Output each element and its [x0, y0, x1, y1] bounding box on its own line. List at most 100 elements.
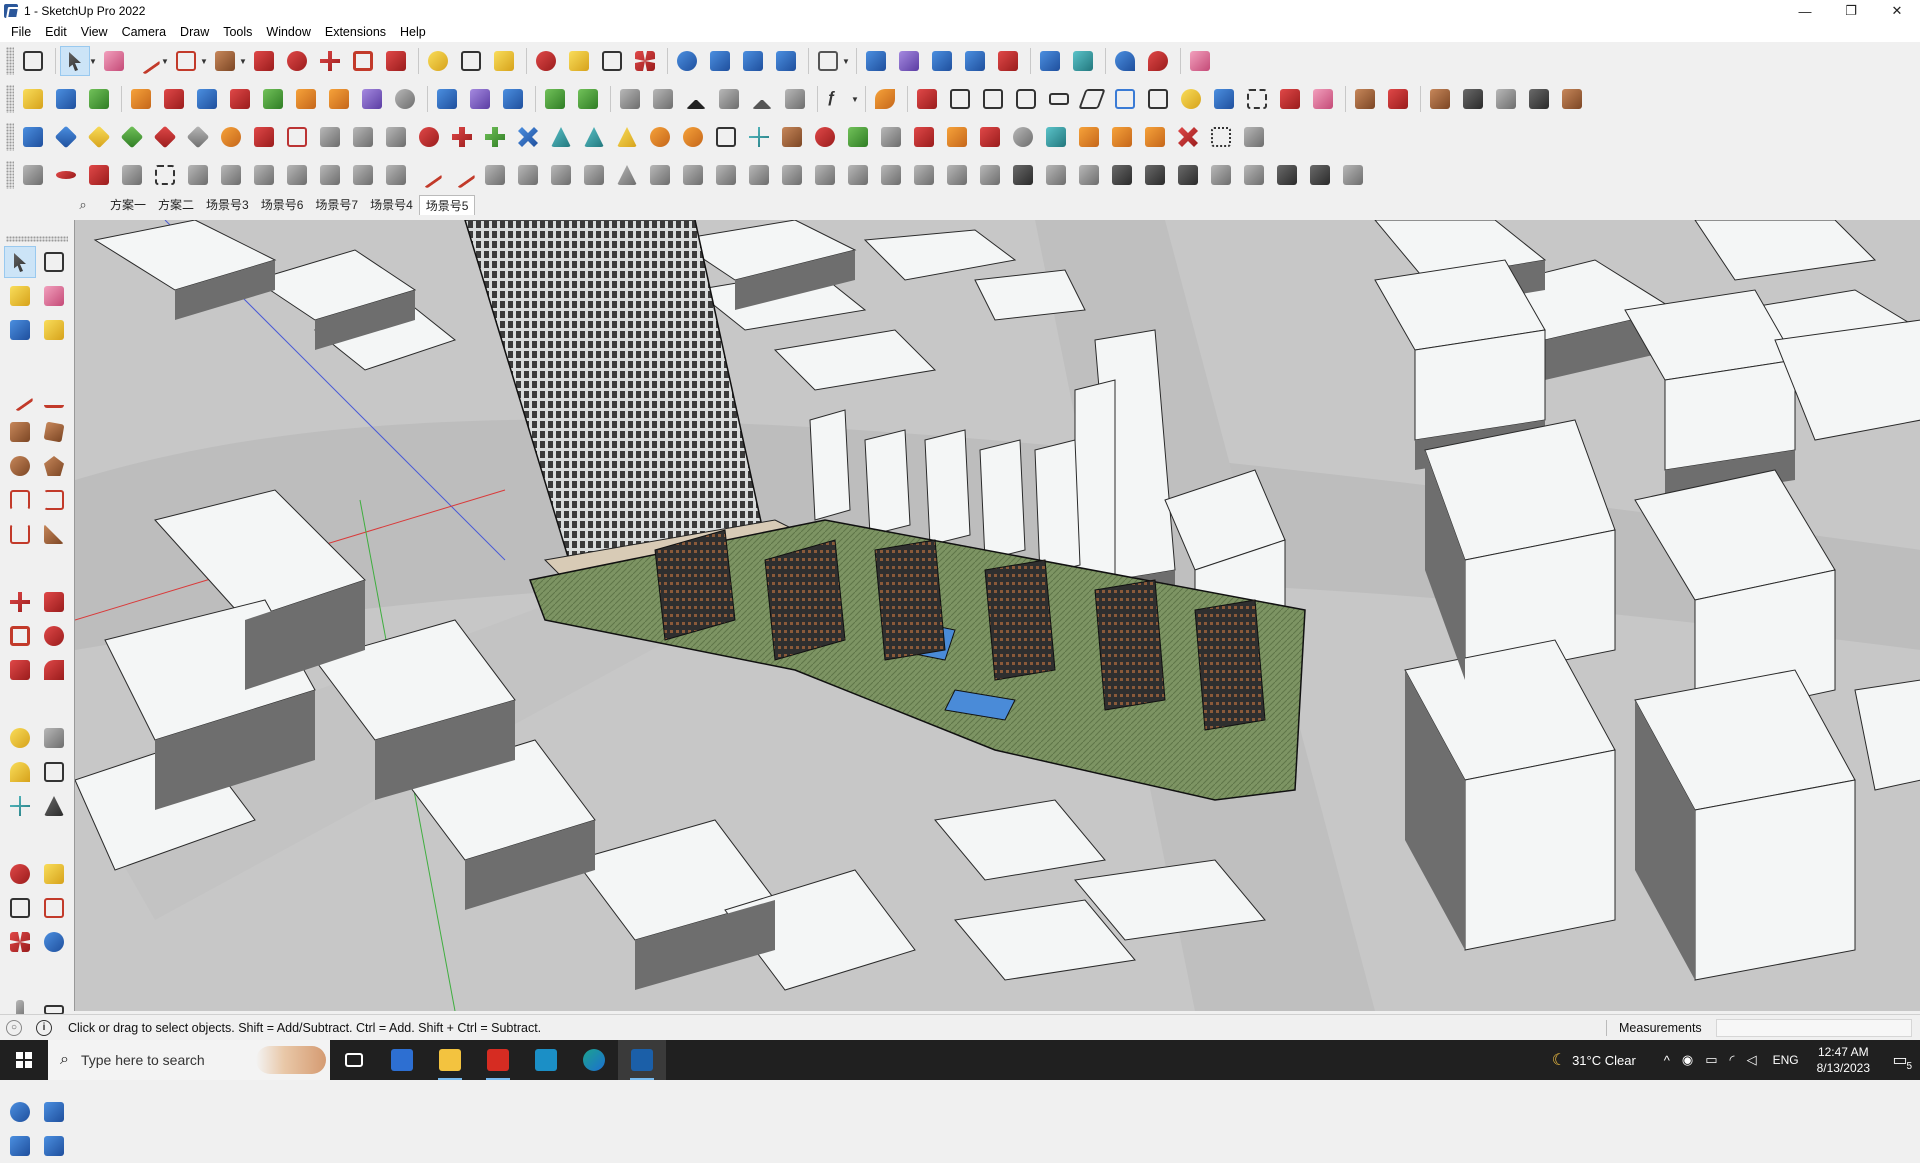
plugin-surface-4-icon[interactable]: [282, 160, 312, 190]
plugin-grid-4-icon[interactable]: [1239, 122, 1269, 152]
acrobat-icon[interactable]: [474, 1040, 522, 1080]
plugin-polyline-icon[interactable]: [18, 160, 48, 190]
menu-edit[interactable]: Edit: [38, 22, 74, 42]
plugin-chain-icon[interactable]: [348, 122, 378, 152]
geolocation-icon[interactable]: ○: [6, 1019, 22, 1036]
volume-icon[interactable]: ◁: [1747, 1052, 1757, 1068]
plugin-select-icon[interactable]: [861, 46, 891, 76]
chevron-up-icon[interactable]: ^: [1664, 1053, 1670, 1068]
plugin-leaf-2-icon[interactable]: [744, 160, 774, 190]
plugin-corner-1-icon[interactable]: [348, 160, 378, 190]
undo-icon[interactable]: [1110, 46, 1140, 76]
plugin-stripe-11-icon[interactable]: [1338, 160, 1368, 190]
layout-icon[interactable]: [738, 46, 768, 76]
plugin-measure-icon[interactable]: [1275, 84, 1305, 114]
plugin-stripe-8-icon[interactable]: [1239, 160, 1269, 190]
extension-warehouse-icon[interactable]: [705, 46, 735, 76]
plugin-star-icon[interactable]: [777, 160, 807, 190]
minimize-button[interactable]: —: [1782, 0, 1828, 22]
plugin-shape-4-icon[interactable]: [1044, 84, 1074, 114]
menu-tools[interactable]: Tools: [216, 22, 259, 42]
plugin-extrude-r-icon[interactable]: [225, 84, 255, 114]
axes-icon[interactable]: [4, 790, 36, 822]
menu-file[interactable]: File: [4, 22, 38, 42]
plugin-components-2-icon[interactable]: [909, 122, 939, 152]
plugin-arrows-icon[interactable]: [993, 46, 1023, 76]
scene-tab-1[interactable]: 方案一: [104, 195, 152, 215]
plugin-extrude-v-icon[interactable]: [258, 84, 288, 114]
redo-icon[interactable]: [1143, 46, 1173, 76]
follow-me-icon[interactable]: [282, 46, 312, 76]
plugin-extrude-icon[interactable]: [159, 84, 189, 114]
extension-manager-icon[interactable]: [38, 1130, 70, 1162]
chevron-down-icon[interactable]: ▼: [851, 95, 859, 104]
extension-manager-icon[interactable]: [771, 46, 801, 76]
plugin-components-1-icon[interactable]: [876, 122, 906, 152]
scene-tab-7[interactable]: 场景号5: [418, 195, 476, 215]
plugin-cut-icon[interactable]: [117, 160, 147, 190]
plugin-panel-2-icon[interactable]: [1383, 84, 1413, 114]
plugin-shape-5-icon[interactable]: [1077, 84, 1107, 114]
plugin-gear-icon[interactable]: [150, 160, 180, 190]
plugin-shape-1-icon[interactable]: [945, 84, 975, 114]
search-tool-icon[interactable]: [18, 46, 48, 76]
move-icon[interactable]: [315, 46, 345, 76]
edge-icon[interactable]: [570, 1040, 618, 1080]
plugin-components-4-icon[interactable]: [975, 122, 1005, 152]
plugin-x-icon[interactable]: [513, 122, 543, 152]
plugin-green-icon[interactable]: [117, 122, 147, 152]
network-icon[interactable]: ◜: [1730, 1052, 1735, 1068]
chevron-down-icon[interactable]: ▼: [842, 57, 850, 66]
scene-tab-2[interactable]: 方案二: [152, 195, 200, 215]
rotate-icon[interactable]: [348, 46, 378, 76]
plugin-corner-2-icon[interactable]: [381, 160, 411, 190]
plugin-shape-3-icon[interactable]: [1011, 84, 1041, 114]
scale-icon[interactable]: [4, 654, 36, 686]
warehouse-book-icon[interactable]: [648, 84, 678, 114]
plugin-plus-green-icon[interactable]: [480, 122, 510, 152]
x-ray-icon[interactable]: [51, 84, 81, 114]
plugin-wheel-icon[interactable]: [975, 160, 1005, 190]
file-explorer-icon[interactable]: [426, 1040, 474, 1080]
plugin-surface-2-icon[interactable]: [216, 160, 246, 190]
plugin-shape-9-icon[interactable]: [1209, 84, 1239, 114]
record-icon[interactable]: ◉: [1682, 1052, 1693, 1068]
plugin-diagonal-icon[interactable]: [1035, 46, 1065, 76]
plugin-frame-icon[interactable]: [1068, 46, 1098, 76]
plugin-extrude-x-icon[interactable]: [324, 84, 354, 114]
plugin-blue-2-icon[interactable]: [51, 122, 81, 152]
plugin-plus-red-icon[interactable]: [447, 122, 477, 152]
toolbar-grip[interactable]: [6, 236, 68, 242]
two-point-arc-icon[interactable]: [38, 484, 70, 516]
plugin-array-2-icon[interactable]: [513, 160, 543, 190]
eraser-icon[interactable]: [38, 280, 70, 312]
plugin-surface-1-icon[interactable]: [183, 160, 213, 190]
text-tool-icon[interactable]: [38, 756, 70, 788]
offset-icon[interactable]: [38, 654, 70, 686]
search-icon[interactable]: ⌕: [72, 197, 94, 213]
plugin-align-icon[interactable]: [927, 46, 957, 76]
app-3-icon[interactable]: [522, 1040, 570, 1080]
rectangle-icon[interactable]: [210, 46, 240, 76]
plugin-red-icon[interactable]: [150, 122, 180, 152]
plugin-scatter-icon[interactable]: [1173, 122, 1203, 152]
tape-measure-icon[interactable]: [423, 46, 453, 76]
scene-tab-3[interactable]: 场景号3: [200, 195, 255, 215]
plugin-components-3-icon[interactable]: [942, 122, 972, 152]
plugin-stripe-3-icon[interactable]: [1074, 160, 1104, 190]
info-icon[interactable]: i: [36, 1019, 52, 1036]
plugin-cone-icon[interactable]: [546, 122, 576, 152]
plugin-panel-1-icon[interactable]: [1350, 84, 1380, 114]
paint-bucket-icon[interactable]: [4, 280, 36, 312]
plugin-line-red-icon[interactable]: [414, 160, 444, 190]
plugin-slice-icon[interactable]: [843, 160, 873, 190]
plugin-yellow-icon[interactable]: [84, 122, 114, 152]
plugin-lines-2-icon[interactable]: [909, 160, 939, 190]
toolbar-grip[interactable]: [6, 161, 14, 189]
plugin-stripe-1-icon[interactable]: [1008, 160, 1038, 190]
clock[interactable]: 12:47 AM 8/13/2023: [1817, 1044, 1870, 1076]
layout-icon[interactable]: [4, 1130, 36, 1162]
display-icon[interactable]: ▭: [1705, 1052, 1717, 1068]
plugin-flag-icon[interactable]: [315, 122, 345, 152]
plugin-stripe-9-icon[interactable]: [1272, 160, 1302, 190]
